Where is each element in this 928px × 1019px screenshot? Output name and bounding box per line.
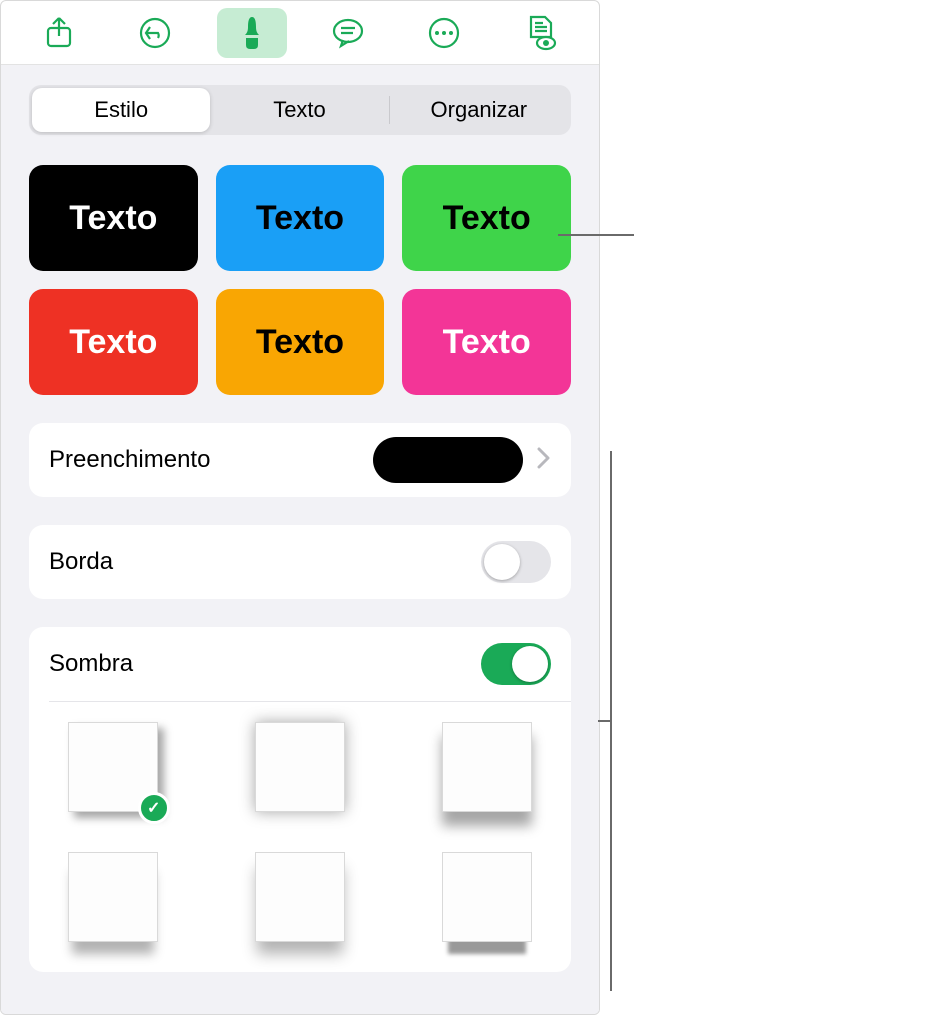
- style-preset-grid: TextoTextoTextoTextoTextoTexto: [29, 165, 571, 395]
- callout-line: [598, 720, 612, 722]
- format-button[interactable]: [217, 8, 287, 58]
- tab-text[interactable]: Texto: [210, 88, 388, 132]
- more-icon: [427, 16, 461, 50]
- tab-arrange-label: Organizar: [431, 97, 528, 123]
- style-preset-5[interactable]: Texto: [402, 289, 571, 395]
- fill-label: Preenchimento: [49, 446, 373, 474]
- border-toggle[interactable]: [481, 541, 551, 583]
- shadow-preview: [442, 722, 532, 812]
- shadow-option-4[interactable]: [255, 852, 345, 942]
- chevron-right-icon: [537, 444, 551, 476]
- toggle-knob: [484, 544, 520, 580]
- toolbar: [1, 1, 599, 65]
- shadow-label: Sombra: [49, 650, 481, 678]
- shadow-option-0[interactable]: ✓: [68, 722, 158, 812]
- border-label: Borda: [49, 548, 481, 576]
- shadow-option-3[interactable]: [68, 852, 158, 942]
- fill-row[interactable]: Preenchimento: [29, 423, 571, 497]
- share-button[interactable]: [24, 8, 94, 58]
- share-icon: [44, 16, 74, 50]
- tab-text-label: Texto: [273, 97, 326, 123]
- shadow-preview: [255, 722, 345, 812]
- shadow-options-grid: ✓: [29, 702, 571, 972]
- style-preset-4[interactable]: Texto: [216, 289, 385, 395]
- shadow-option-1[interactable]: [255, 722, 345, 812]
- document-view-icon: [525, 15, 557, 51]
- text-bubble-icon: [331, 16, 365, 50]
- shadow-row: Sombra: [29, 627, 571, 701]
- undo-icon: [138, 16, 172, 50]
- shadow-option-5[interactable]: [442, 852, 532, 942]
- toggle-knob: [512, 646, 548, 682]
- border-card: Borda: [29, 525, 571, 599]
- format-inspector-panel: Estilo Texto Organizar TextoTextoTextoTe…: [0, 0, 600, 1015]
- more-button[interactable]: [409, 8, 479, 58]
- comment-button[interactable]: [313, 8, 383, 58]
- inspector-tabs: Estilo Texto Organizar: [29, 85, 571, 135]
- inspector-content: Estilo Texto Organizar TextoTextoTextoTe…: [1, 65, 599, 1014]
- checkmark-icon: ✓: [138, 792, 170, 824]
- tab-style[interactable]: Estilo: [32, 88, 210, 132]
- brush-icon: [237, 15, 267, 51]
- shadow-preview: [442, 852, 532, 942]
- callout-line: [558, 234, 634, 236]
- border-row: Borda: [29, 525, 571, 599]
- shadow-preview: [255, 852, 345, 942]
- shadow-toggle[interactable]: [481, 643, 551, 685]
- shadow-preview: [68, 852, 158, 942]
- document-view-button[interactable]: [506, 8, 576, 58]
- undo-button[interactable]: [120, 8, 190, 58]
- style-preset-0[interactable]: Texto: [29, 165, 198, 271]
- tab-style-label: Estilo: [94, 97, 148, 123]
- fill-swatch: [373, 437, 523, 483]
- tab-arrange[interactable]: Organizar: [390, 88, 568, 132]
- style-preset-3[interactable]: Texto: [29, 289, 198, 395]
- style-preset-1[interactable]: Texto: [216, 165, 385, 271]
- fill-card: Preenchimento: [29, 423, 571, 497]
- shadow-card: Sombra ✓: [29, 627, 571, 972]
- style-preset-2[interactable]: Texto: [402, 165, 571, 271]
- shadow-option-2[interactable]: [442, 722, 532, 812]
